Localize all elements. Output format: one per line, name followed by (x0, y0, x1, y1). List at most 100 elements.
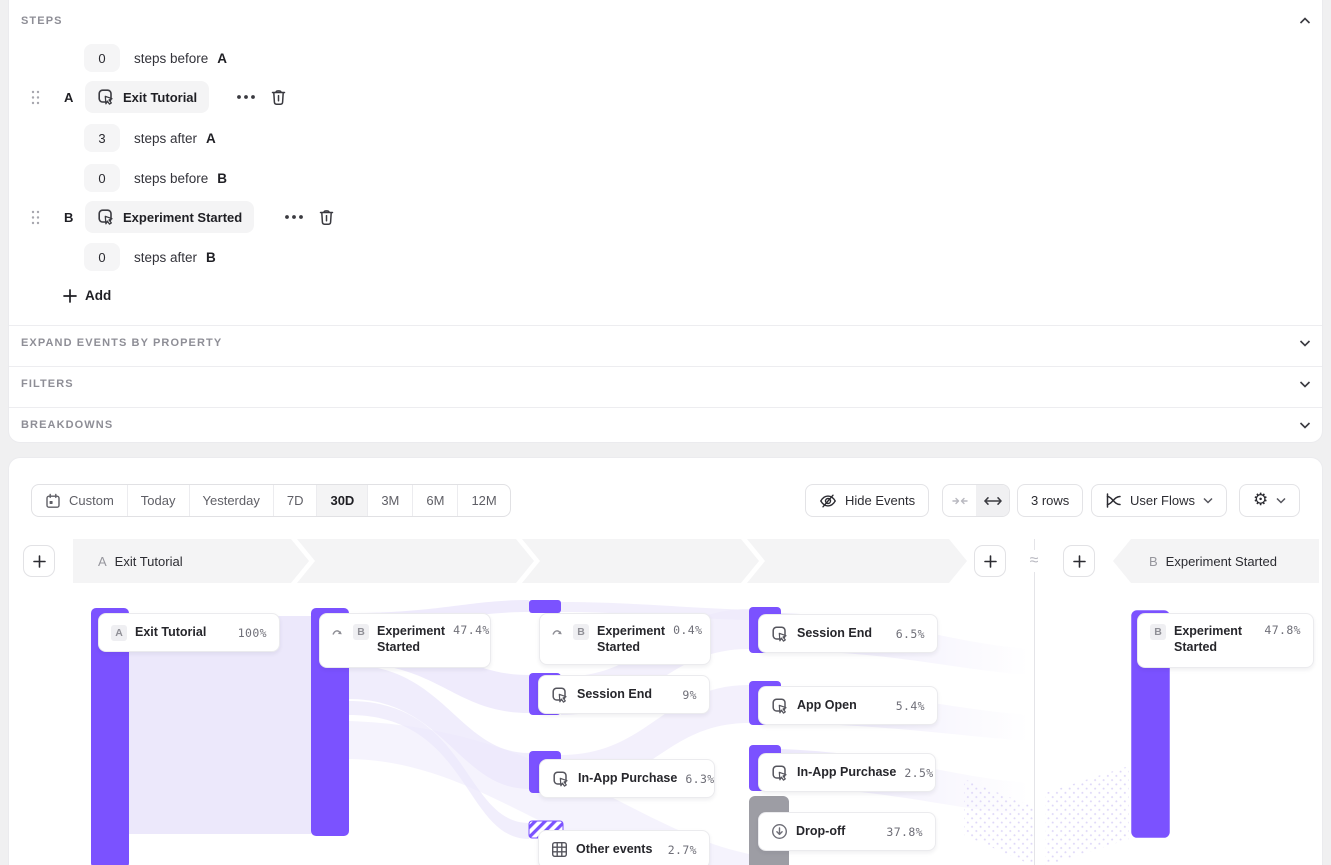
section-expand-events-title: EXPAND EVENTS BY PROPERTY (21, 337, 222, 349)
flow-node-in-app-purchase-63[interactable]: In-App Purchase 6.3% (539, 759, 715, 798)
node-percent: 6.5% (896, 627, 925, 641)
grid-icon (551, 841, 568, 858)
date-range-label: Custom (69, 493, 114, 508)
chevron-down-icon[interactable] (1299, 339, 1311, 347)
node-label: Experiment Started (1174, 623, 1256, 656)
arrows-outward-icon (984, 496, 1002, 506)
steps-text: steps before (134, 171, 208, 186)
plus-icon (33, 555, 46, 568)
step-a-event-button[interactable]: Exit Tutorial (85, 81, 209, 113)
flow-node-app-open[interactable]: App Open 5.4% (758, 686, 938, 725)
steps-before-a-input[interactable]: 0 (84, 44, 120, 72)
step-b-event-name: Experiment Started (123, 210, 242, 225)
column-a-name: Exit Tutorial (115, 554, 183, 569)
user-flows-page: STEPS 0 steps beforeA A Exit Tutorial (0, 0, 1331, 865)
date-range-3m[interactable]: 3M (367, 485, 412, 516)
node-percent: 9% (682, 688, 697, 702)
drag-handle-icon[interactable] (31, 210, 40, 225)
column-a-header[interactable]: A Exit Tutorial (98, 539, 183, 583)
node-label: In-App Purchase (578, 770, 677, 786)
node-label: In-App Purchase (797, 764, 896, 780)
arrows-inward-icon (952, 496, 968, 506)
add-step-button[interactable]: Add (63, 288, 111, 303)
event-icon (552, 770, 570, 788)
add-step-label: Add (85, 288, 111, 303)
divider (9, 366, 1322, 367)
flow-node-experiment-started-b[interactable]: B Experiment Started 47.8% (1137, 613, 1314, 668)
chevron-down-icon (1203, 497, 1213, 504)
plus-icon (63, 289, 77, 303)
step-b-letter: B (64, 210, 73, 225)
plus-icon (984, 555, 997, 568)
date-range-today[interactable]: Today (127, 485, 189, 516)
collapse-columns-button[interactable] (943, 485, 976, 516)
node-percent: 37.8% (886, 825, 923, 839)
steps-after-a-input[interactable]: 3 (84, 124, 120, 152)
add-column-left-button[interactable] (23, 545, 55, 577)
chevron-down-icon (1276, 497, 1286, 504)
plus-icon (1073, 555, 1086, 568)
chevron-down-icon[interactable] (1299, 421, 1311, 429)
flow-gap-symbol: ≈ (1023, 550, 1045, 572)
date-range-yesterday[interactable]: Yesterday (189, 485, 273, 516)
user-flows-icon (1105, 492, 1122, 509)
steps-text: steps after (134, 131, 197, 146)
view-type-dropdown[interactable]: User Flows (1091, 484, 1227, 517)
section-breakdowns-title: BREAKDOWNS (21, 419, 113, 431)
step-b-delete-icon[interactable] (318, 208, 335, 226)
column-header-bands (9, 539, 1324, 583)
stub-experiment-started[interactable] (529, 600, 561, 613)
collapse-steps-icon[interactable] (1299, 17, 1311, 25)
add-column-after-a-button[interactable] (974, 545, 1006, 577)
date-range-control: Custom Today Yesterday 7D 30D 3M 6M 12M (31, 484, 511, 517)
expand-columns-button[interactable] (976, 485, 1009, 516)
flow-node-session-end-9[interactable]: Session End 9% (538, 675, 710, 714)
node-badge: A (111, 625, 127, 641)
add-column-before-b-button[interactable] (1063, 545, 1095, 577)
divider (9, 325, 1322, 326)
steps-after-b-input[interactable]: 0 (84, 243, 120, 271)
step-a-more-options-icon[interactable] (235, 92, 257, 102)
date-range-7d[interactable]: 7D (273, 485, 317, 516)
date-range-6m[interactable]: 6M (412, 485, 457, 516)
steps-before-a-label: steps beforeA (134, 51, 227, 66)
calendar-icon (45, 493, 61, 509)
event-icon (551, 686, 569, 704)
date-range-12m[interactable]: 12M (457, 485, 509, 516)
node-percent: 6.3% (685, 772, 714, 786)
node-percent: 5.4% (896, 699, 925, 713)
flow-node-drop-off[interactable]: Drop-off 37.8% (758, 812, 936, 851)
step-b-more-options-icon[interactable] (283, 212, 305, 222)
step-a-delete-icon[interactable] (270, 88, 287, 106)
hide-events-label: Hide Events (845, 493, 915, 508)
node-label: Session End (577, 686, 674, 702)
date-range-custom[interactable]: Custom (32, 485, 127, 516)
flow-node-experiment-started-47[interactable]: B Experiment Started 47.4% (319, 613, 491, 668)
divider (9, 407, 1322, 408)
node-label: Other events (576, 841, 660, 857)
flow-node-other-events[interactable]: Other events 2.7% (538, 830, 710, 865)
dotted-flow-right (1045, 766, 1129, 865)
flow-node-session-end-65[interactable]: Session End 6.5% (758, 614, 938, 653)
rows-count-button[interactable]: 3 rows (1017, 484, 1083, 517)
repeat-arrow-icon (552, 626, 565, 638)
flow-node-in-app-purchase-25[interactable]: In-App Purchase 2.5% (758, 753, 936, 792)
flow-node-exit-tutorial[interactable]: A Exit Tutorial 100% (98, 613, 280, 652)
column-b-header[interactable]: B Experiment Started (1149, 539, 1277, 583)
step-b-event-button[interactable]: Experiment Started (85, 201, 254, 233)
event-icon (771, 697, 789, 715)
hide-events-button[interactable]: Hide Events (805, 484, 929, 517)
query-builder-card: STEPS 0 steps beforeA A Exit Tutorial (8, 0, 1323, 443)
steps-section-title: STEPS (21, 15, 63, 27)
node-label: Experiment Started (377, 623, 445, 656)
drag-handle-icon[interactable] (31, 90, 40, 105)
chevron-down-icon[interactable] (1299, 380, 1311, 388)
steps-before-b-label: steps beforeB (134, 171, 227, 186)
node-label: Experiment Started (597, 623, 665, 656)
steps-before-b-input[interactable]: 0 (84, 164, 120, 192)
chart-settings-dropdown[interactable]: ⚙ (1239, 484, 1300, 517)
column-a-letter: A (98, 554, 107, 569)
node-percent: 47.8% (1264, 623, 1301, 637)
flow-node-experiment-started-04[interactable]: B Experiment Started 0.4% (539, 613, 711, 665)
date-range-30d-selected[interactable]: 30D (316, 485, 367, 516)
